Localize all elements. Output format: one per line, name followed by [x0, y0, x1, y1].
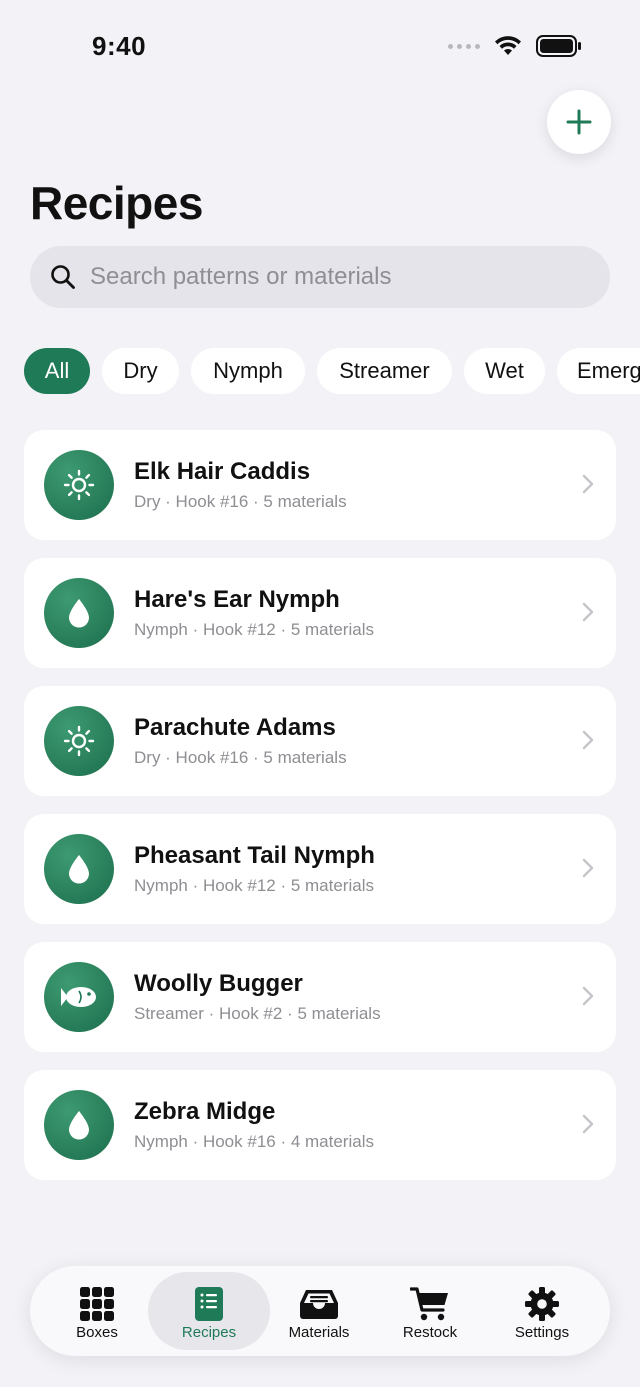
chevron-right-icon — [582, 730, 594, 750]
fish-icon — [61, 987, 96, 1007]
recipe-meta: Nymph · Hook #16 · 4 materials — [134, 1132, 374, 1151]
sun-icon — [63, 469, 95, 501]
recipe-meta: Nymph · Hook #12 · 5 materials — [134, 876, 374, 895]
drop-icon — [69, 599, 89, 628]
add-recipe-button[interactable] — [547, 90, 611, 154]
recipe-type-badge — [44, 578, 114, 648]
status-bar: 9:40 — [0, 0, 640, 90]
status-time: 9:40 — [92, 31, 147, 61]
tab-restock[interactable]: Restock — [378, 1272, 482, 1350]
tab-recipes[interactable]: Recipes — [148, 1272, 270, 1350]
recipe-name: Hare's Ear Nymph — [134, 586, 340, 613]
filter-chip-dry[interactable]: Dry — [102, 348, 179, 394]
battery-icon — [536, 35, 581, 57]
tab-boxes[interactable]: Boxes — [38, 1272, 156, 1350]
status-icons — [448, 35, 582, 57]
recipe-book-icon — [189, 1284, 229, 1324]
recipe-meta: Dry · Hook #16 · 5 materials — [134, 748, 347, 767]
filter-chip-all[interactable]: All — [24, 348, 90, 394]
recipe-type-badge — [44, 706, 114, 776]
recipe-card-pheasant-tail-nymph[interactable]: Pheasant Tail Nymph Nymph · Hook #12 · 5… — [24, 814, 616, 924]
filter-chip-emerger[interactable]: Emerg — [557, 348, 640, 394]
filter-chip-wet[interactable]: Wet — [464, 348, 545, 394]
recipe-card-parachute-adams[interactable]: Parachute Adams Dry · Hook #16 · 5 mater… — [24, 686, 616, 796]
search-input[interactable] — [88, 262, 572, 292]
cellular-signal-icon — [448, 43, 480, 49]
plus-icon — [566, 109, 592, 135]
tab-label: Settings — [514, 1324, 570, 1341]
filter-chip-nymph[interactable]: Nymph — [191, 348, 305, 394]
search-icon — [51, 265, 75, 289]
chevron-right-icon — [582, 858, 594, 878]
tab-bar: Boxes Recipes Materials Restock Settings — [30, 1266, 610, 1356]
filter-chip-streamer[interactable]: Streamer — [317, 348, 452, 394]
grid-icon — [77, 1284, 117, 1324]
recipe-name: Woolly Bugger — [134, 970, 303, 997]
search-bar[interactable] — [30, 246, 610, 308]
gear-icon — [522, 1284, 562, 1324]
tab-materials[interactable]: Materials — [270, 1272, 368, 1350]
recipe-card-woolly-bugger[interactable]: Woolly Bugger Streamer · Hook #2 · 5 mat… — [24, 942, 616, 1052]
sun-icon — [63, 725, 95, 757]
recipe-name: Pheasant Tail Nymph — [134, 842, 375, 869]
recipe-card-hares-ear-nymph[interactable]: Hare's Ear Nymph Nymph · Hook #12 · 5 ma… — [24, 558, 616, 668]
tray-icon — [299, 1284, 339, 1324]
chevron-right-icon — [582, 474, 594, 494]
recipe-card-elk-hair-caddis[interactable]: Elk Hair Caddis Dry · Hook #16 · 5 mater… — [24, 430, 616, 540]
page-title: Recipes — [30, 177, 203, 229]
chevron-right-icon — [582, 1114, 594, 1134]
tab-label: Materials — [288, 1324, 350, 1341]
recipe-meta: Nymph · Hook #12 · 5 materials — [134, 620, 374, 639]
recipe-meta: Dry · Hook #16 · 5 materials — [134, 492, 347, 511]
recipe-type-badge — [44, 962, 114, 1032]
tab-label: Recipes — [181, 1324, 237, 1341]
recipe-type-badge — [44, 834, 114, 904]
recipe-name: Elk Hair Caddis — [134, 458, 311, 485]
wifi-icon — [495, 36, 521, 55]
tab-settings[interactable]: Settings — [492, 1272, 592, 1350]
recipe-name: Parachute Adams — [134, 714, 336, 741]
recipe-card-zebra-midge[interactable]: Zebra Midge Nymph · Hook #16 · 4 materia… — [24, 1070, 616, 1180]
recipe-name: Zebra Midge — [134, 1098, 276, 1125]
drop-icon — [69, 1111, 89, 1140]
recipe-meta: Streamer · Hook #2 · 5 materials — [134, 1004, 381, 1023]
chevron-right-icon — [582, 602, 594, 622]
recipe-type-badge — [44, 450, 114, 520]
chevron-right-icon — [582, 986, 594, 1006]
cart-icon — [410, 1284, 450, 1324]
recipe-type-badge — [44, 1090, 114, 1160]
drop-icon — [69, 855, 89, 884]
filter-chips: All Dry Nymph Streamer Wet Emerg — [0, 348, 640, 396]
tab-label: Restock — [402, 1324, 458, 1341]
tab-label: Boxes — [76, 1324, 118, 1341]
